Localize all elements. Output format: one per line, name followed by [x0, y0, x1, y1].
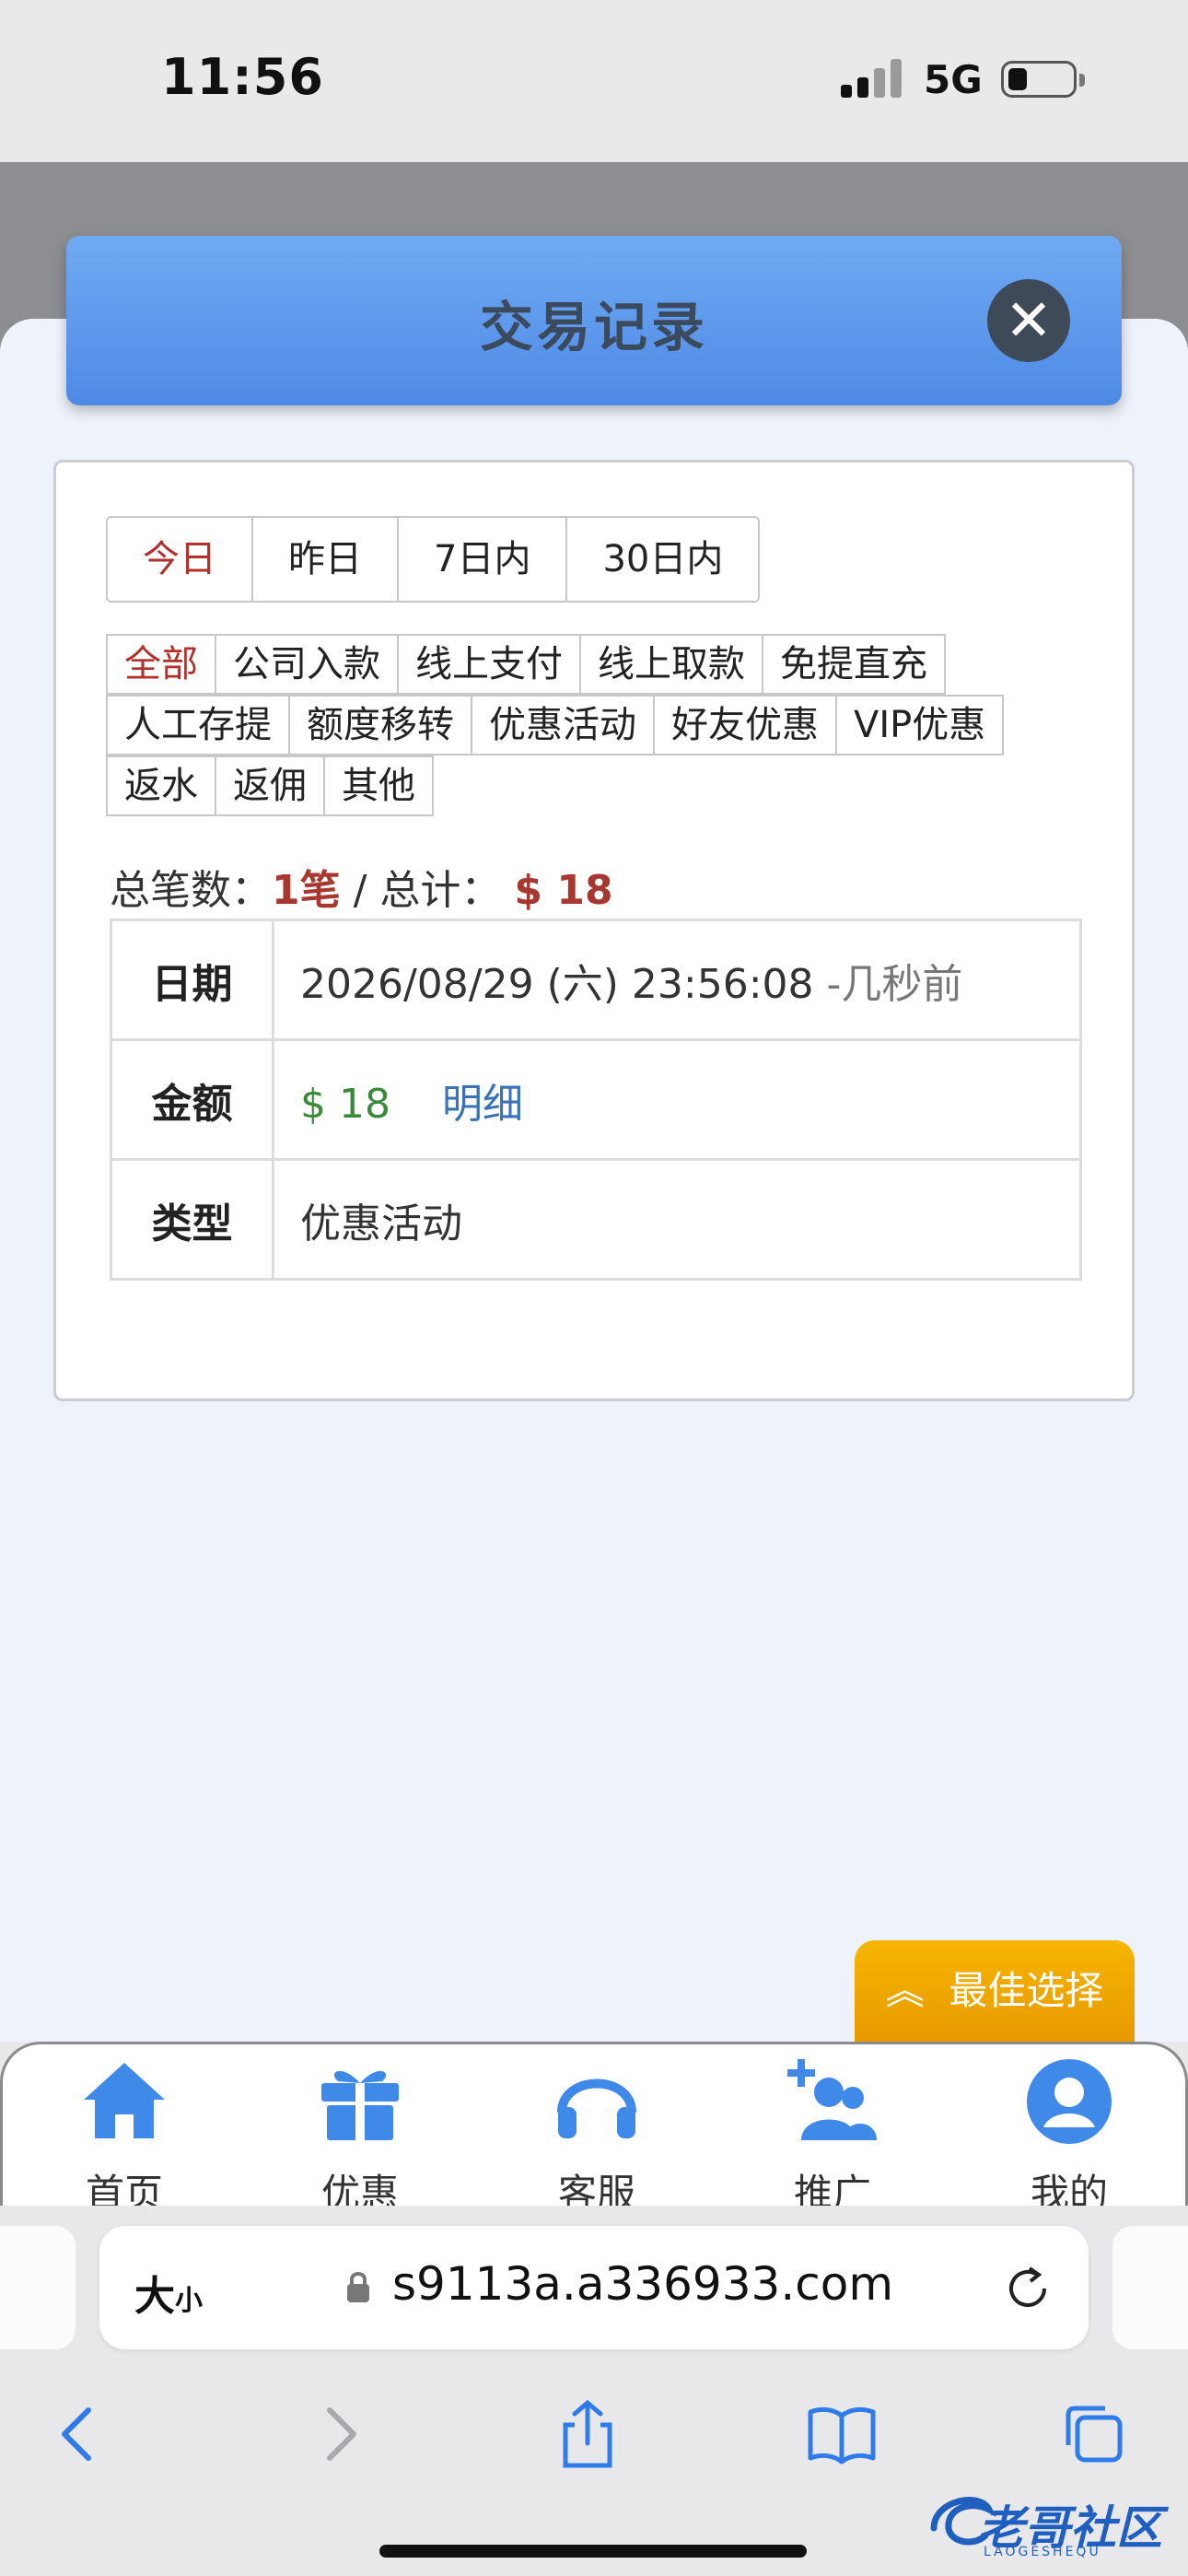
site-watermark-logo: 老哥社区 LAOGESHEQU — [925, 2482, 1173, 2565]
address-bar[interactable]: 大小 s9113a.a336933.com — [99, 2226, 1089, 2349]
type-filter-row-3: 返水 返佣 其他 — [106, 755, 434, 816]
previous-tab-preview[interactable] — [0, 2226, 76, 2349]
best-choice-button[interactable]: ︽ 最佳选择 — [855, 1940, 1135, 2042]
profile-icon — [1027, 2059, 1112, 2144]
date-ago: -几秒前 — [813, 960, 963, 1008]
status-bar: 11:56 5G — [0, 0, 1188, 162]
date-value: 2026/08/29 (六) 23:56:08 — [300, 960, 814, 1008]
summary-line: 总笔数：1笔 / 总计： $ 18 — [110, 857, 613, 916]
next-tab-preview[interactable] — [1112, 2226, 1188, 2349]
battery-icon — [1001, 61, 1085, 98]
tab-yesterday[interactable]: 昨日 — [251, 518, 397, 601]
count-value: 1笔 — [272, 867, 341, 914]
app-tab-bar: 首页 优惠 客服 推广 我的 — [0, 2042, 1188, 2216]
home-indicator — [379, 2545, 807, 2558]
status-time: 11:56 — [161, 48, 324, 106]
type-filter-row-2: 人工存提 额度移转 优惠活动 好友优惠 VIP优惠 — [106, 695, 1005, 755]
tab-referral[interactable]: 推广 — [750, 2055, 915, 2216]
filter-friend-bonus[interactable]: 好友优惠 — [653, 695, 837, 755]
table-row: 金额 $ 18 明细 — [110, 1038, 1082, 1161]
watermark-subtext: LAOGESHEQU — [984, 2545, 1101, 2559]
filter-promotion[interactable]: 优惠活动 — [471, 695, 655, 755]
filter-direct-recharge[interactable]: 免提直充 — [762, 634, 946, 695]
table-row: 类型 优惠活动 — [110, 1158, 1082, 1281]
gift-icon — [321, 2070, 399, 2140]
filter-manual[interactable]: 人工存提 — [106, 695, 290, 755]
filter-online-withdraw[interactable]: 线上取款 — [579, 634, 763, 695]
amount-value: $ 18 — [300, 1080, 390, 1128]
network-label: 5G — [924, 57, 983, 102]
table-row: 日期 2026/08/29 (六) 23:56:08 -几秒前 — [110, 919, 1082, 1041]
tab-30-days[interactable]: 30日内 — [565, 518, 759, 601]
tab-support[interactable]: 客服 — [514, 2055, 680, 2216]
filter-company-deposit[interactable]: 公司入款 — [215, 634, 399, 695]
tab-7-days[interactable]: 7日内 — [397, 518, 566, 601]
filter-rebate[interactable]: 返水 — [106, 755, 216, 816]
total-label: 总计： — [379, 867, 502, 914]
best-choice-label: 最佳选择 — [949, 1968, 1104, 2013]
day-filter-tabs: 今日 昨日 7日内 30日内 — [106, 516, 761, 603]
browser-toolbar: 大小 s9113a.a336933.com 老哥社区 LAOGESHEQU — [0, 2206, 1188, 2576]
filter-online-payment[interactable]: 线上支付 — [397, 634, 581, 695]
type-value: 优惠活动 — [272, 1158, 1082, 1281]
share-icon[interactable] — [551, 2397, 624, 2471]
modal-header: 交易记录 — [66, 236, 1122, 405]
type-filter-row-1: 全部 公司入款 线上支付 线上取款 免提直充 — [106, 634, 946, 695]
tab-today[interactable]: 今日 — [108, 518, 251, 601]
filter-commission[interactable]: 返佣 — [215, 755, 325, 816]
detail-link[interactable]: 明细 — [442, 1081, 523, 1128]
home-icon — [84, 2063, 165, 2138]
record-table: 日期 2026/08/29 (六) 23:56:08 -几秒前 金额 $ 18 明… — [110, 919, 1082, 1281]
text-size-large: 大 — [134, 2273, 175, 2320]
close-button[interactable]: ✕ — [987, 279, 1070, 362]
tab-profile[interactable]: 我的 — [986, 2055, 1152, 2216]
text-size-button[interactable]: 大小 — [134, 2263, 203, 2322]
headset-icon — [557, 2078, 636, 2138]
text-size-small: 小 — [175, 2285, 203, 2317]
add-user-icon — [787, 2059, 877, 2140]
close-icon: ✕ — [1005, 287, 1053, 354]
back-icon[interactable] — [42, 2397, 116, 2471]
cellular-signal-icon — [841, 57, 905, 98]
forward-icon[interactable] — [302, 2397, 376, 2471]
filter-all[interactable]: 全部 — [106, 634, 216, 695]
summary-separator: / — [340, 867, 380, 914]
reload-icon[interactable] — [1002, 2263, 1054, 2314]
modal-title: 交易记录 — [479, 296, 708, 358]
tabs-icon[interactable] — [1057, 2397, 1131, 2471]
filter-transfer[interactable]: 额度移转 — [288, 695, 472, 755]
lock-icon — [347, 2272, 369, 2302]
filter-vip-bonus[interactable]: VIP优惠 — [835, 695, 1005, 755]
bookmarks-icon[interactable] — [805, 2397, 879, 2471]
amount-cell: $ 18 明细 — [272, 1038, 1082, 1161]
total-value: $ 18 — [514, 867, 613, 914]
amount-label: 金额 — [110, 1038, 274, 1161]
filter-other[interactable]: 其他 — [323, 755, 434, 816]
date-label: 日期 — [110, 919, 274, 1041]
records-card: 今日 昨日 7日内 30日内 全部 公司入款 线上支付 线上取款 免提直充 人工… — [53, 460, 1135, 1401]
type-label: 类型 — [110, 1158, 274, 1281]
double-chevron-up-icon: ︽ — [885, 1968, 925, 2013]
date-cell: 2026/08/29 (六) 23:56:08 -几秒前 — [272, 919, 1082, 1041]
tab-promotions[interactable]: 优惠 — [277, 2055, 443, 2216]
url-text: s9113a.a336933.com — [392, 2257, 894, 2311]
count-label: 总笔数： — [110, 867, 272, 914]
tab-home[interactable]: 首页 — [41, 2055, 207, 2216]
